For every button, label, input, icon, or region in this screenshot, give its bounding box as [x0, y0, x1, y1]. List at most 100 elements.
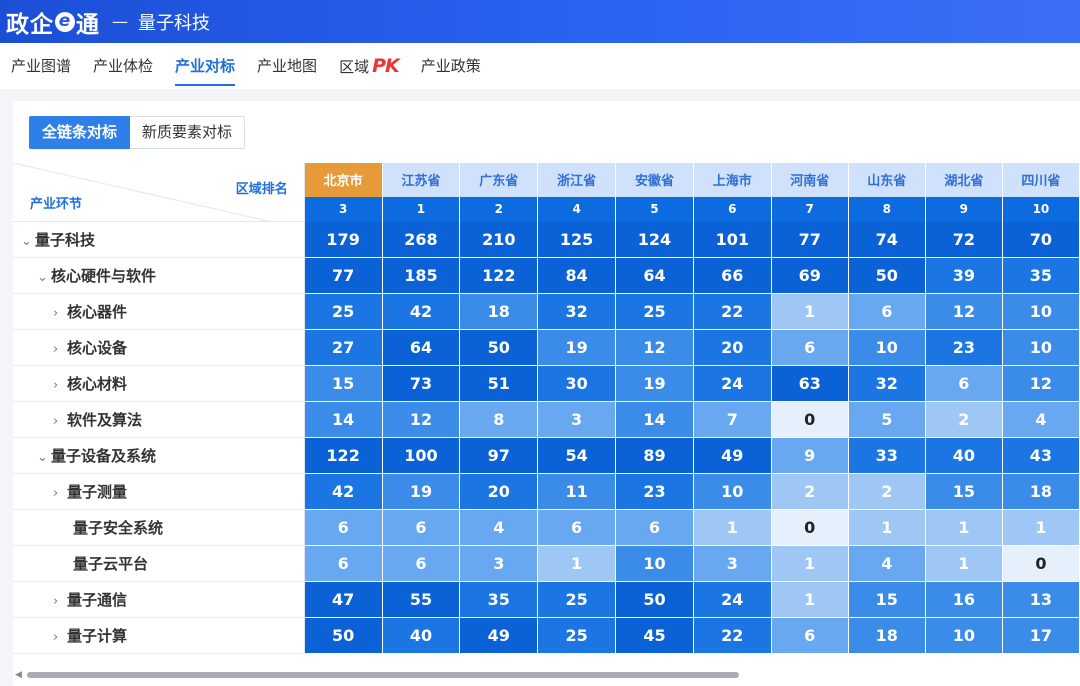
value-cell[interactable]: 20	[693, 329, 772, 366]
value-cell[interactable]: 6	[771, 617, 849, 654]
chevron-right-icon[interactable]: ›	[53, 594, 67, 609]
value-cell[interactable]: 77	[771, 221, 849, 258]
value-cell[interactable]: 50	[459, 329, 539, 366]
value-cell[interactable]: 16	[925, 581, 1003, 618]
tab-industry-policy[interactable]: 产业政策	[410, 43, 492, 89]
value-cell[interactable]: 84	[537, 257, 617, 294]
value-cell[interactable]: 12	[615, 329, 694, 366]
value-cell[interactable]: 45	[615, 617, 694, 654]
chevron-down-icon[interactable]: ⌄	[37, 270, 51, 285]
value-cell[interactable]: 185	[382, 257, 461, 294]
value-cell[interactable]: 6	[382, 509, 461, 546]
value-cell[interactable]: 3	[459, 545, 539, 582]
industry-node-label[interactable]: ⌄ 量子设备及系统	[13, 437, 305, 474]
industry-node-label[interactable]: › 核心材料	[13, 365, 305, 402]
value-cell[interactable]: 10	[615, 545, 694, 582]
value-cell[interactable]: 12	[1002, 365, 1080, 402]
value-cell[interactable]: 49	[459, 617, 539, 654]
value-cell[interactable]: 14	[615, 401, 694, 438]
value-cell[interactable]: 2	[848, 473, 926, 510]
value-cell[interactable]: 0	[771, 509, 849, 546]
value-cell[interactable]: 23	[615, 473, 694, 510]
new-factor-benchmark-button[interactable]: 新质要素对标	[130, 116, 246, 149]
industry-node-label[interactable]: 量子云平台	[13, 545, 305, 582]
value-cell[interactable]: 27	[304, 329, 383, 366]
value-cell[interactable]: 268	[382, 221, 461, 258]
industry-node-label[interactable]: 量子安全系统	[13, 509, 305, 546]
value-cell[interactable]: 40	[925, 437, 1003, 474]
value-cell[interactable]: 10	[925, 617, 1003, 654]
value-cell[interactable]: 19	[537, 329, 617, 366]
value-cell[interactable]: 17	[1002, 617, 1080, 654]
value-cell[interactable]: 1	[537, 545, 617, 582]
horizontal-scrollbar[interactable]: ◀	[13, 669, 1080, 681]
value-cell[interactable]: 7	[693, 401, 772, 438]
value-cell[interactable]: 2	[771, 473, 849, 510]
value-cell[interactable]: 25	[304, 293, 383, 330]
chevron-right-icon[interactable]: ›	[53, 486, 67, 501]
value-cell[interactable]: 6	[848, 293, 926, 330]
region-header[interactable]: 安徽省	[615, 163, 694, 197]
value-cell[interactable]: 23	[925, 329, 1003, 366]
value-cell[interactable]: 39	[925, 257, 1003, 294]
value-cell[interactable]: 25	[537, 581, 617, 618]
region-header[interactable]: 上海市	[693, 163, 772, 197]
value-cell[interactable]: 25	[537, 617, 617, 654]
value-cell[interactable]: 43	[1002, 437, 1080, 474]
industry-node-label[interactable]: › 量子测量	[13, 473, 305, 510]
value-cell[interactable]: 6	[771, 329, 849, 366]
value-cell[interactable]: 72	[925, 221, 1003, 258]
benchmark-table-wrap[interactable]: 区域排名 产业环节 北京市 江苏省 广东省 浙江省 安徽省 上海市 河南省 山东省 湖北省 四川省…	[13, 163, 1080, 666]
industry-node-label[interactable]: › 核心设备	[13, 329, 305, 366]
value-cell[interactable]: 50	[304, 617, 383, 654]
value-cell[interactable]: 101	[693, 221, 772, 258]
chevron-right-icon[interactable]: ›	[53, 342, 67, 357]
industry-node-label[interactable]: ⌄ 量子科技	[13, 221, 305, 258]
value-cell[interactable]: 66	[693, 257, 772, 294]
value-cell[interactable]: 18	[459, 293, 539, 330]
industry-node-label[interactable]: › 量子通信	[13, 581, 305, 618]
value-cell[interactable]: 100	[382, 437, 461, 474]
value-cell[interactable]: 22	[693, 293, 772, 330]
industry-node-label[interactable]: ⌄ 核心硬件与软件	[13, 257, 305, 294]
value-cell[interactable]: 35	[459, 581, 539, 618]
industry-node-label[interactable]: › 量子计算	[13, 617, 305, 654]
value-cell[interactable]: 24	[693, 365, 772, 402]
value-cell[interactable]: 33	[848, 437, 926, 474]
industry-node-label[interactable]: › 核心器件	[13, 293, 305, 330]
full-chain-benchmark-button[interactable]: 全链条对标	[29, 116, 131, 149]
value-cell[interactable]: 20	[459, 473, 539, 510]
value-cell[interactable]: 10	[1002, 329, 1080, 366]
chevron-right-icon[interactable]: ›	[53, 630, 67, 645]
value-cell[interactable]: 4	[459, 509, 539, 546]
value-cell[interactable]: 1	[771, 545, 849, 582]
value-cell[interactable]: 10	[693, 473, 772, 510]
value-cell[interactable]: 1	[771, 293, 849, 330]
value-cell[interactable]: 6	[615, 509, 694, 546]
value-cell[interactable]: 1	[925, 509, 1003, 546]
value-cell[interactable]: 0	[771, 401, 849, 438]
value-cell[interactable]: 2	[925, 401, 1003, 438]
value-cell[interactable]: 35	[1002, 257, 1080, 294]
value-cell[interactable]: 19	[615, 365, 694, 402]
value-cell[interactable]: 6	[304, 509, 383, 546]
value-cell[interactable]: 47	[304, 581, 383, 618]
value-cell[interactable]: 3	[693, 545, 772, 582]
value-cell[interactable]: 32	[537, 293, 617, 330]
value-cell[interactable]: 64	[615, 257, 694, 294]
value-cell[interactable]: 55	[382, 581, 461, 618]
industry-node-label[interactable]: › 软件及算法	[13, 401, 305, 438]
scrollbar-thumb[interactable]	[27, 672, 739, 678]
value-cell[interactable]: 14	[304, 401, 383, 438]
tab-industry-benchmark[interactable]: 产业对标	[164, 43, 246, 89]
value-cell[interactable]: 97	[459, 437, 539, 474]
value-cell[interactable]: 89	[615, 437, 694, 474]
value-cell[interactable]: 42	[304, 473, 383, 510]
value-cell[interactable]: 74	[848, 221, 926, 258]
region-header[interactable]: 湖北省	[925, 163, 1003, 197]
scroll-left-icon[interactable]: ◀	[15, 670, 22, 680]
region-header[interactable]: 广东省	[459, 163, 539, 197]
region-header[interactable]: 河南省	[771, 163, 849, 197]
value-cell[interactable]: 50	[615, 581, 694, 618]
value-cell[interactable]: 12	[382, 401, 461, 438]
